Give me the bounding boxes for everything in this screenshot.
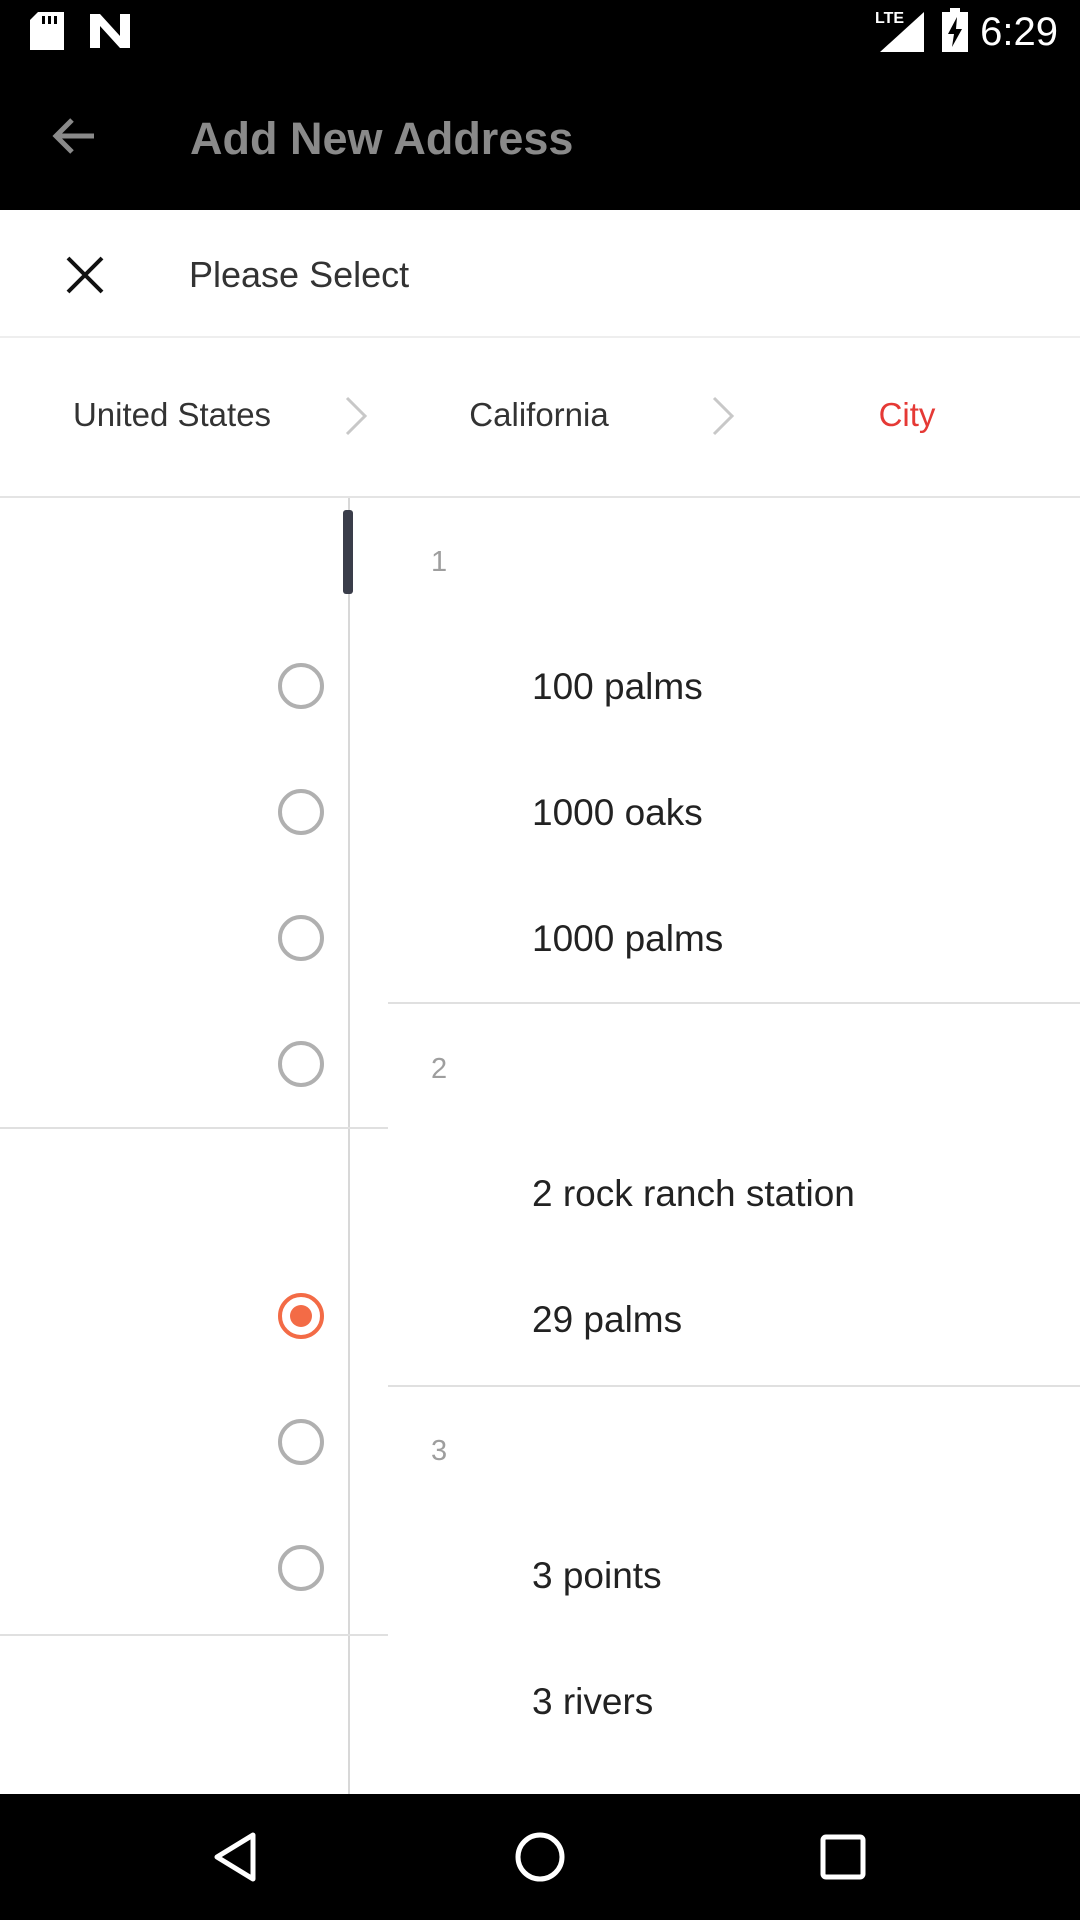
city-list[interactable]: 1 100 palms 1000 oaks 1000 palms 2 2 roc… xyxy=(0,498,1080,1794)
radio-button[interactable] xyxy=(278,915,324,961)
navigation-bar xyxy=(0,1794,1080,1920)
list-item[interactable]: 29 palms xyxy=(532,1299,682,1341)
list-item[interactable]: 3 points xyxy=(532,1555,662,1597)
divider xyxy=(0,1127,388,1129)
breadcrumb-state[interactable]: California xyxy=(389,396,689,434)
list-item[interactable]: 2 rock ranch station xyxy=(532,1173,855,1215)
n-notification-icon xyxy=(90,14,130,48)
sheet-title: Please Select xyxy=(189,254,410,295)
sheet-header: Please Select xyxy=(0,210,1080,338)
chevron-right-icon xyxy=(345,396,368,436)
status-bar: LTE 6:29 xyxy=(0,0,1080,63)
recents-square-icon[interactable] xyxy=(813,1827,873,1887)
list-item[interactable]: 100 palms xyxy=(532,666,703,708)
scrollbar-thumb[interactable] xyxy=(343,510,353,594)
chevron-right-icon xyxy=(712,396,735,436)
home-circle-icon[interactable] xyxy=(510,1827,570,1887)
radio-button[interactable] xyxy=(278,1545,324,1591)
divider xyxy=(388,1002,1080,1004)
divider xyxy=(0,1634,388,1636)
back-triangle-icon[interactable] xyxy=(207,1827,267,1887)
arrow-back-icon[interactable] xyxy=(48,111,98,161)
app-bar: Add New Address xyxy=(0,63,1080,210)
clock: 6:29 xyxy=(980,10,1058,54)
radio-button[interactable] xyxy=(278,1419,324,1465)
group-header: 3 xyxy=(431,1435,448,1467)
battery-charging-icon xyxy=(942,8,968,52)
list-item[interactable]: 3 rivers xyxy=(532,1681,653,1723)
close-icon[interactable] xyxy=(60,250,110,300)
radio-button[interactable] xyxy=(278,1041,324,1087)
radio-button-selected[interactable] xyxy=(278,1293,324,1339)
list-item[interactable]: 1000 palms xyxy=(532,918,723,960)
group-header: 2 xyxy=(431,1053,448,1085)
breadcrumb-country[interactable]: United States xyxy=(22,396,322,434)
breadcrumb: United States California City xyxy=(0,338,1080,498)
list-item[interactable]: 1000 oaks xyxy=(532,792,703,834)
radio-button[interactable] xyxy=(278,789,324,835)
sd-card-icon xyxy=(30,12,64,50)
page-title: Add New Address xyxy=(190,113,574,164)
breadcrumb-city[interactable]: City xyxy=(757,396,1057,434)
lte-signal-icon xyxy=(880,12,924,52)
group-header: 1 xyxy=(431,546,448,578)
radio-button[interactable] xyxy=(278,663,324,709)
divider xyxy=(388,1385,1080,1387)
